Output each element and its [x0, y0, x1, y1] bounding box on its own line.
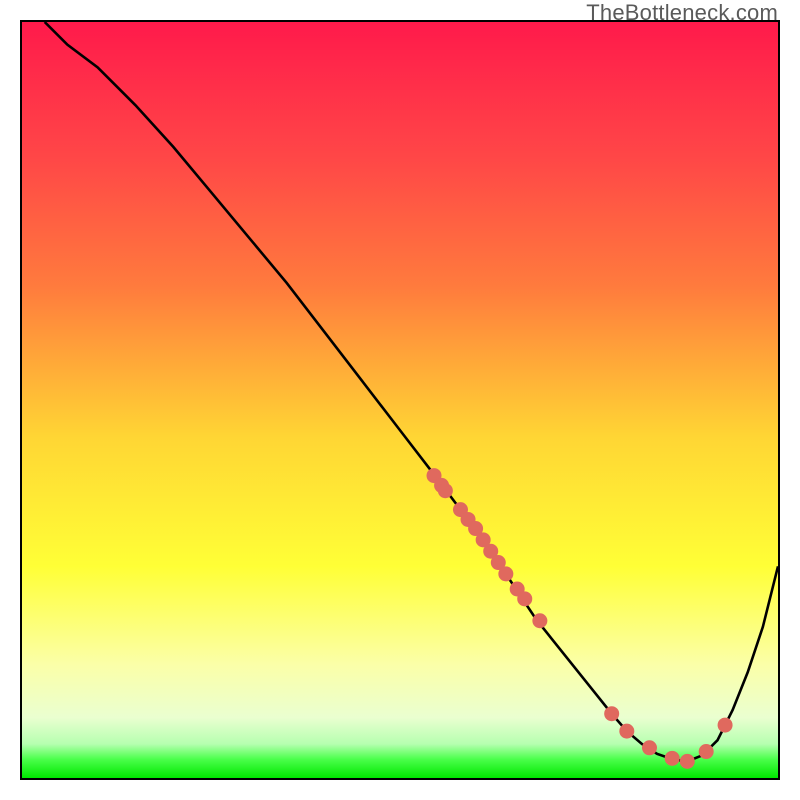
watermark-text: TheBottleneck.com	[586, 0, 778, 26]
data-point	[438, 483, 453, 498]
curve-layer	[22, 22, 778, 778]
data-point	[517, 591, 532, 606]
bottleneck-curve	[45, 22, 778, 761]
data-point	[665, 751, 680, 766]
data-point	[532, 613, 547, 628]
data-point	[604, 706, 619, 721]
data-point	[699, 744, 714, 759]
data-point	[619, 724, 634, 739]
data-point	[642, 740, 657, 755]
data-point	[718, 718, 733, 733]
chart-frame: TheBottleneck.com	[0, 0, 800, 800]
data-points	[427, 468, 733, 769]
plot-area	[20, 20, 780, 780]
data-point	[498, 566, 513, 581]
data-point	[680, 754, 695, 769]
